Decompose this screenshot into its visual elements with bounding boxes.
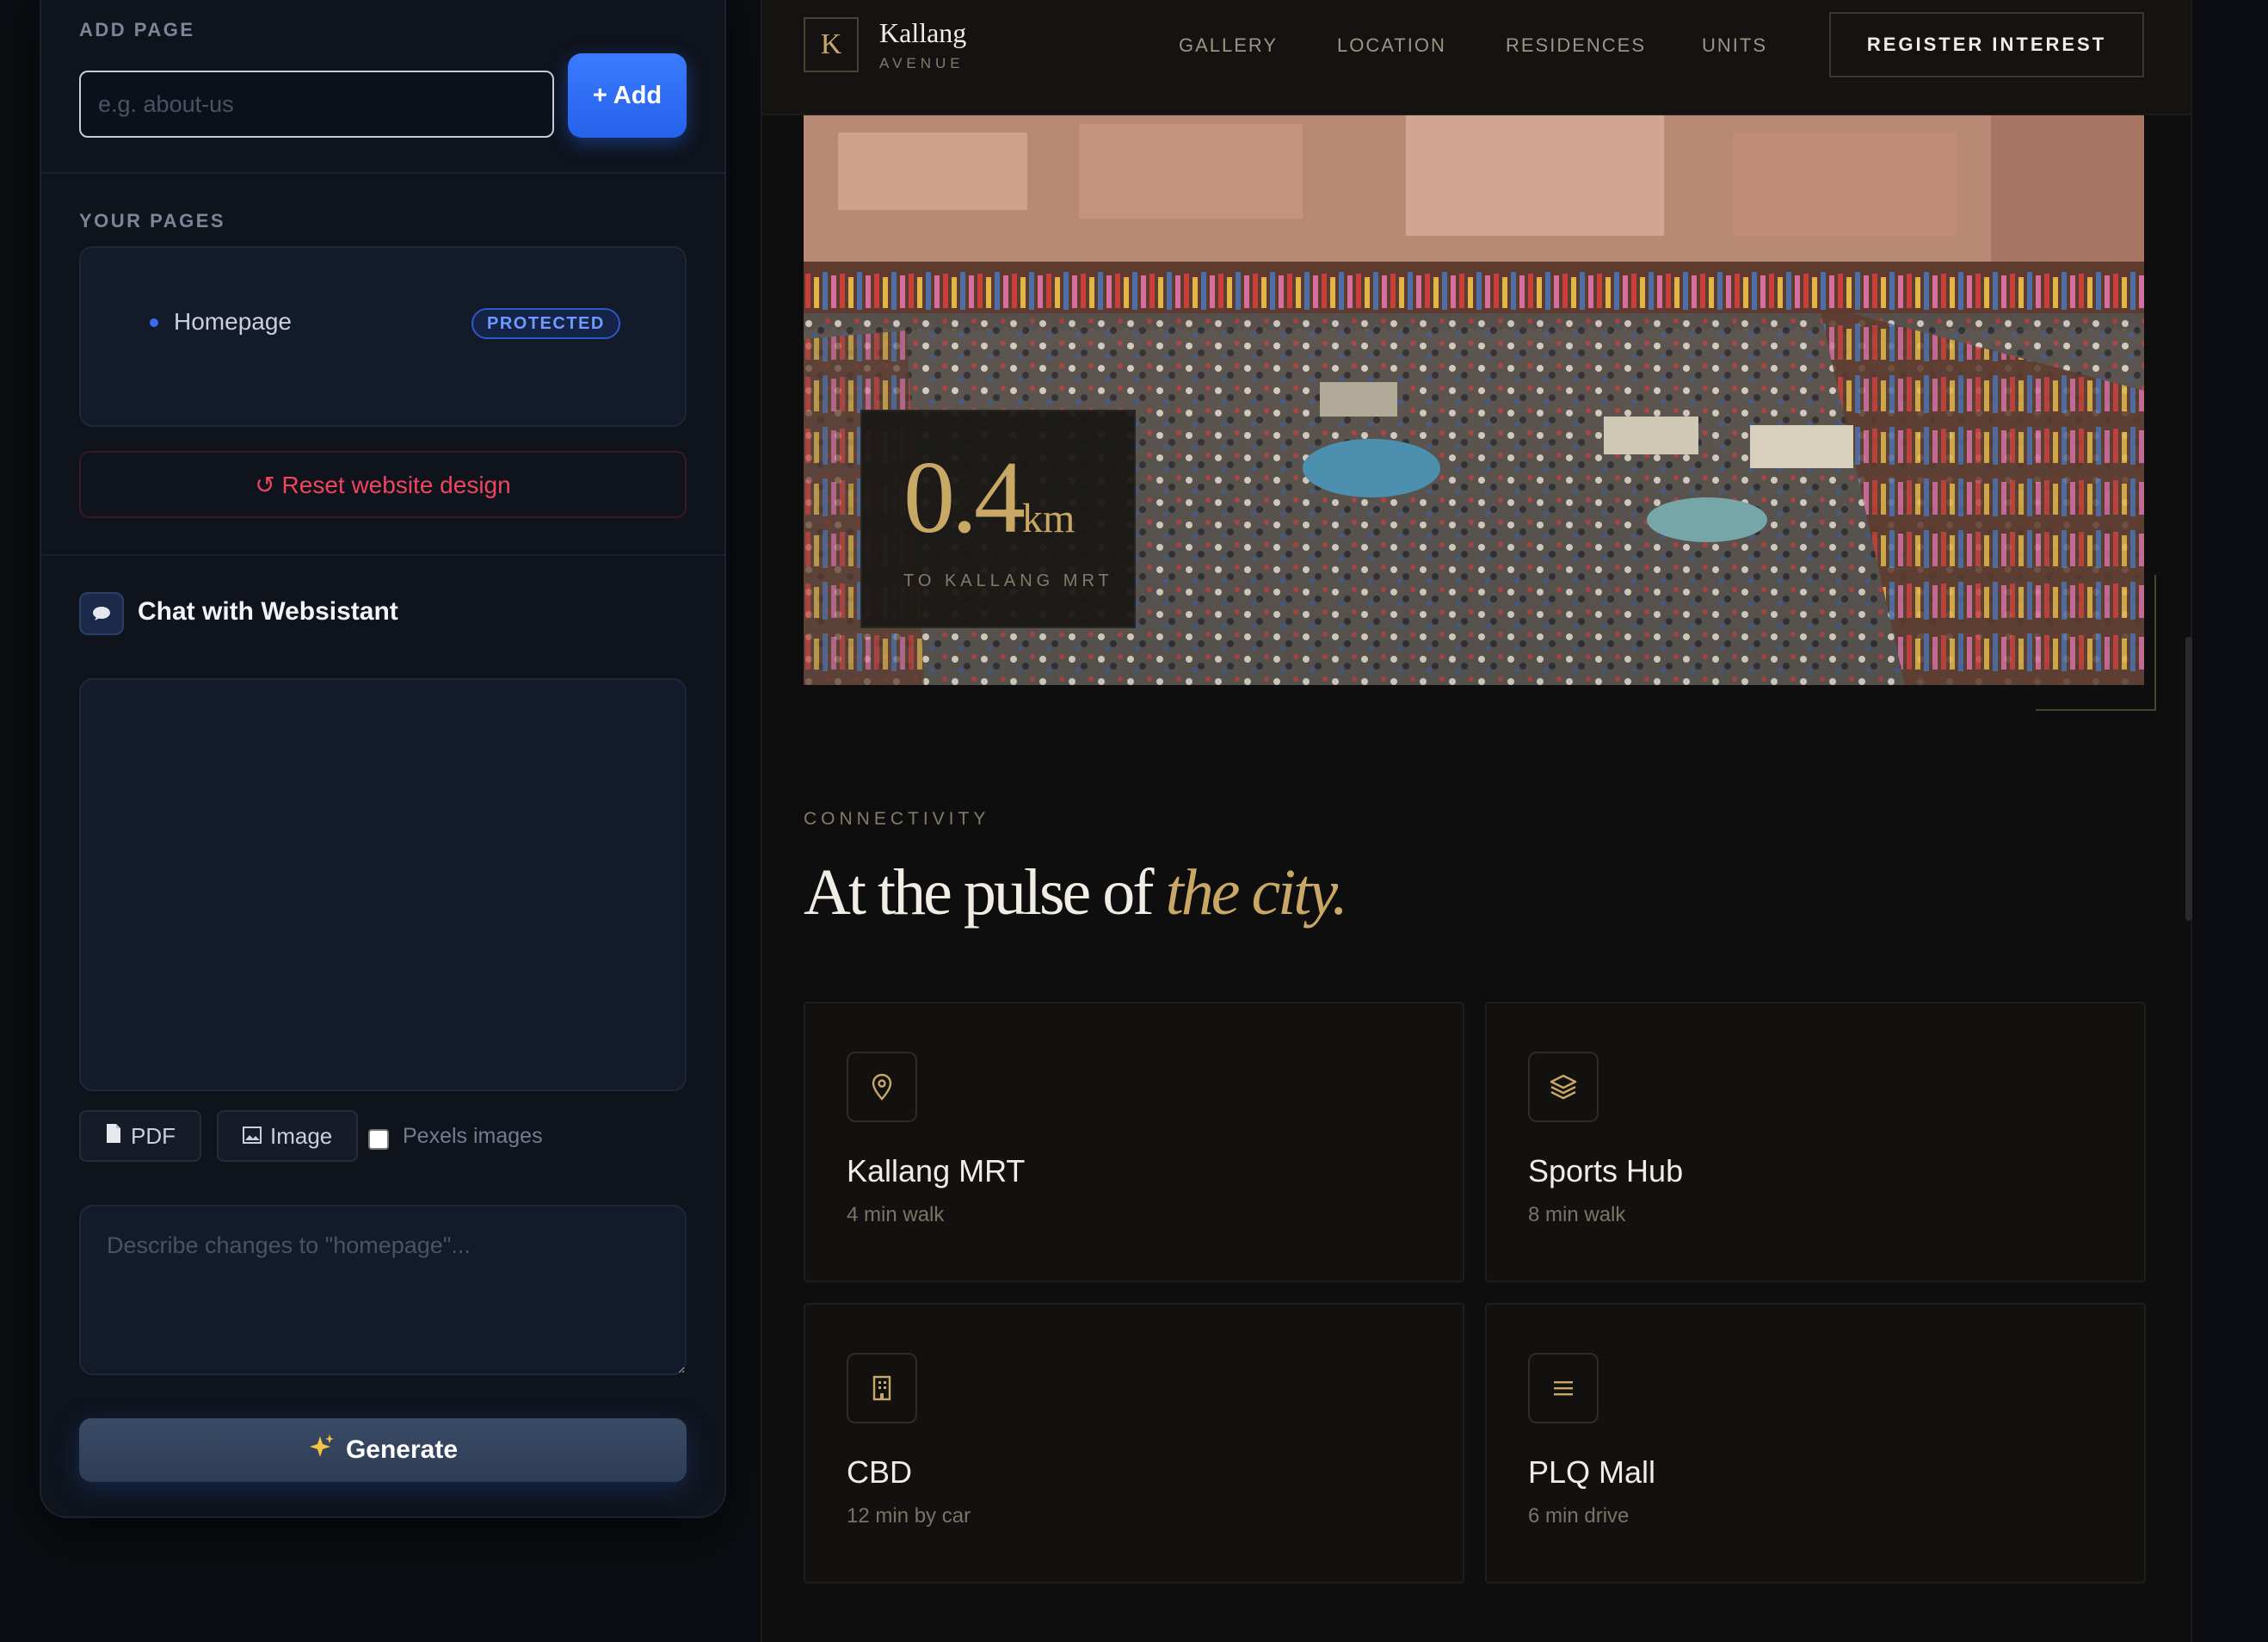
place-card-sports-hub: Sports Hub 8 min walk — [1485, 1002, 2146, 1282]
brand-subtitle: AVENUE — [879, 55, 965, 71]
place-distance: 12 min by car — [847, 1504, 971, 1528]
page-slug-input[interactable] — [79, 71, 554, 138]
layers-icon — [1528, 1052, 1599, 1122]
add-page-button[interactable]: + Add — [568, 53, 687, 138]
nav-units[interactable]: UNITS — [1702, 34, 1767, 57]
attach-pdf-button[interactable]: PDF — [79, 1110, 201, 1162]
place-title: Sports Hub — [1528, 1153, 1684, 1188]
connectivity-eyebrow: CONNECTIVITY — [804, 809, 990, 829]
hero-stat-card: 0.4km TO KALLANG MRT — [860, 410, 1136, 628]
site-header: K Kallang AVENUE GALLERY LOCATION RESIDE… — [762, 0, 2191, 115]
menu-lines-icon — [1528, 1353, 1599, 1423]
website-preview: K Kallang AVENUE GALLERY LOCATION RESIDE… — [761, 0, 2192, 1642]
hero-image: 0.4km TO KALLANG MRT — [804, 115, 2144, 685]
stat-label: TO KALLANG MRT — [903, 571, 1113, 590]
place-title: PLQ Mall — [1528, 1454, 1656, 1490]
place-title: Kallang MRT — [847, 1153, 1026, 1188]
sparkles-icon — [308, 1433, 336, 1467]
page-bullet — [150, 318, 158, 327]
place-card-plq-mall: PLQ Mall 6 min drive — [1485, 1303, 2146, 1583]
register-interest-button[interactable]: REGISTER INTEREST — [1829, 12, 2144, 77]
place-card-kallang-mrt: Kallang MRT 4 min walk — [804, 1002, 1464, 1282]
place-distance: 4 min walk — [847, 1203, 945, 1226]
reset-design-button[interactable]: ↺ Reset website design — [79, 451, 687, 518]
preview-scrollbar[interactable] — [2185, 637, 2192, 921]
place-title: CBD — [847, 1454, 913, 1490]
map-pin-icon — [847, 1052, 917, 1122]
place-distance: 8 min walk — [1528, 1203, 1626, 1226]
nav-residences[interactable]: RESIDENCES — [1506, 34, 1646, 57]
place-card-cbd: CBD 12 min by car — [804, 1303, 1464, 1583]
place-distance: 6 min drive — [1528, 1504, 1630, 1528]
generate-button[interactable]: Generate — [79, 1418, 687, 1482]
divider — [41, 172, 724, 174]
nav-location[interactable]: LOCATION — [1337, 34, 1446, 57]
document-icon — [105, 1123, 122, 1150]
describe-changes-input[interactable] — [79, 1205, 687, 1375]
pexels-checkbox[interactable] — [368, 1129, 389, 1150]
brand-name[interactable]: Kallang — [879, 17, 966, 49]
pexels-label: Pexels images — [403, 1124, 543, 1148]
nav-gallery[interactable]: GALLERY — [1179, 34, 1278, 57]
attach-image-button[interactable]: Image — [217, 1110, 359, 1162]
picture-icon — [243, 1123, 262, 1150]
chat-title: Chat with Websistant — [138, 597, 398, 626]
protected-badge: PROTECTED — [471, 308, 620, 339]
chat-bubble-icon — [79, 592, 124, 635]
page-item-homepage[interactable]: Homepage — [174, 308, 292, 336]
chat-messages-area[interactable] — [79, 678, 687, 1091]
your-pages-label: YOUR PAGES — [79, 210, 226, 231]
pages-list: Homepage PROTECTED — [79, 246, 687, 427]
building-icon — [847, 1353, 917, 1423]
stat-value: 0.4km — [903, 440, 1075, 554]
brand-logo[interactable]: K — [804, 17, 859, 72]
add-page-label: ADD PAGE — [79, 19, 195, 40]
pdf-label: PDF — [131, 1122, 176, 1149]
image-label: Image — [270, 1122, 333, 1149]
divider — [41, 554, 724, 556]
connectivity-heading: At the pulse of the city. — [804, 856, 1348, 929]
generate-label: Generate — [345, 1435, 459, 1464]
